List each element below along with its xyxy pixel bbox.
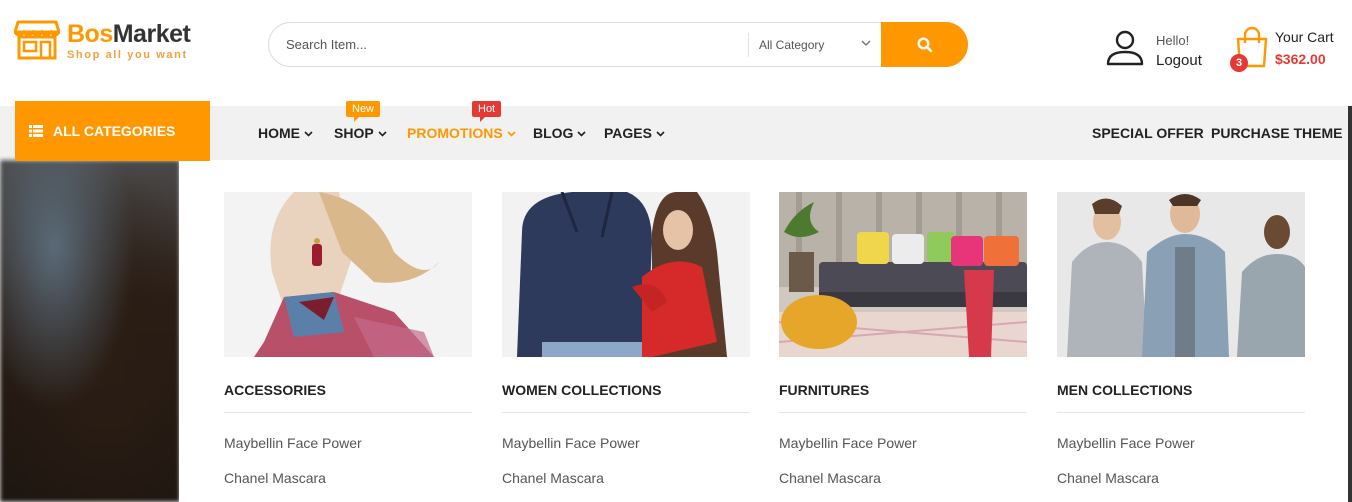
men-collections-image[interactable] bbox=[1057, 192, 1305, 357]
nav-item-pages[interactable]: PAGES bbox=[604, 106, 665, 160]
three-men-jackets-photo bbox=[1057, 192, 1305, 357]
column-title[interactable]: FURNITURES bbox=[779, 382, 1027, 413]
account-menu[interactable]: Hello! Logout bbox=[1105, 28, 1225, 76]
menu-link[interactable]: Maybellin Face Power bbox=[224, 435, 472, 451]
chevron-down-icon bbox=[861, 40, 871, 47]
mega-column-women: WOMEN COLLECTIONS Maybellin Face Power C… bbox=[502, 192, 750, 486]
chevron-down-icon bbox=[378, 130, 387, 137]
nav-item-label: HOME bbox=[258, 125, 300, 141]
chevron-down-icon bbox=[577, 130, 587, 137]
women-collections-image[interactable] bbox=[502, 192, 750, 357]
nav-item-label: PAGES bbox=[604, 125, 652, 141]
nav-item-blog[interactable]: BLOG bbox=[533, 106, 587, 160]
nav-item-label: SHOP bbox=[334, 125, 374, 141]
menu-link[interactable]: Chanel Mascara bbox=[502, 470, 750, 486]
cart-title: Your Cart bbox=[1275, 29, 1334, 45]
account-greeting: Hello! bbox=[1156, 33, 1190, 48]
sofa-living-room-photo bbox=[779, 192, 1027, 357]
column-title[interactable]: MEN COLLECTIONS bbox=[1057, 382, 1305, 413]
storefront-icon bbox=[14, 20, 60, 60]
brand-name-part1: Bos bbox=[67, 20, 113, 48]
furnitures-image[interactable] bbox=[779, 192, 1027, 357]
all-categories-label: ALL CATEGORIES bbox=[53, 123, 176, 139]
menu-link[interactable]: Chanel Mascara bbox=[1057, 470, 1305, 486]
brand-tagline: Shop all you want bbox=[67, 49, 188, 61]
couple-denim-photo bbox=[502, 192, 750, 357]
column-title[interactable]: WOMEN COLLECTIONS bbox=[502, 382, 750, 413]
search-bar: All Category bbox=[268, 22, 968, 67]
scrollbar-edge bbox=[1348, 106, 1352, 502]
nav-item-home[interactable]: HOME bbox=[258, 106, 313, 160]
search-button[interactable] bbox=[881, 22, 968, 67]
site-header: BosMarket Shop all you want All Category… bbox=[0, 0, 1352, 100]
nav-item-label: PROMOTIONS bbox=[407, 125, 503, 141]
all-categories-button[interactable]: ALL CATEGORIES bbox=[15, 101, 210, 161]
brand-name: BosMarket bbox=[67, 19, 191, 49]
mega-column-furnitures: FURNITURES Maybellin Face Power Chanel M… bbox=[779, 192, 1027, 486]
new-badge: New bbox=[346, 101, 381, 122]
hot-badge: Hot bbox=[472, 101, 502, 122]
chevron-down-icon bbox=[656, 130, 665, 137]
chevron-down-icon bbox=[507, 130, 516, 137]
woman-with-earring-photo bbox=[224, 192, 472, 357]
menu-link[interactable]: Maybellin Face Power bbox=[779, 435, 1027, 451]
mega-column-accessories: ACCESSORIES Maybellin Face Power Chanel … bbox=[224, 192, 472, 486]
nav-purchase-theme[interactable]: PURCHASE THEME bbox=[1211, 106, 1342, 160]
cart[interactable]: 3 Your Cart $362.00 bbox=[1230, 24, 1350, 78]
category-select[interactable]: All Category bbox=[748, 33, 878, 57]
logout-link[interactable]: Logout bbox=[1156, 52, 1202, 69]
cart-count-badge: 3 bbox=[1230, 54, 1248, 72]
menu-link[interactable]: Maybellin Face Power bbox=[502, 435, 750, 451]
nav-special-offer[interactable]: SPECIAL OFFER bbox=[1092, 106, 1204, 160]
brand-name-part2: Market bbox=[112, 20, 191, 48]
nav-item-label: BLOG bbox=[533, 125, 574, 141]
mega-menu-dropdown: ACCESSORIES Maybellin Face Power Chanel … bbox=[179, 160, 1348, 502]
user-icon bbox=[1106, 30, 1144, 66]
menu-link[interactable]: Chanel Mascara bbox=[779, 470, 1027, 486]
column-title[interactable]: ACCESSORIES bbox=[224, 382, 472, 413]
chevron-down-icon bbox=[304, 130, 313, 137]
hero-background-image bbox=[0, 160, 180, 502]
cart-total: $362.00 bbox=[1275, 51, 1326, 67]
search-icon bbox=[916, 36, 932, 52]
search-input[interactable] bbox=[286, 23, 736, 66]
mega-column-men: MEN COLLECTIONS Maybellin Face Power Cha… bbox=[1057, 192, 1305, 486]
accessories-image[interactable] bbox=[224, 192, 472, 357]
logo[interactable]: BosMarket Shop all you want bbox=[14, 18, 214, 68]
category-select-value: All Category bbox=[759, 38, 825, 52]
menu-link[interactable]: Chanel Mascara bbox=[224, 470, 472, 486]
list-icon bbox=[29, 125, 43, 137]
menu-link[interactable]: Maybellin Face Power bbox=[1057, 435, 1305, 451]
